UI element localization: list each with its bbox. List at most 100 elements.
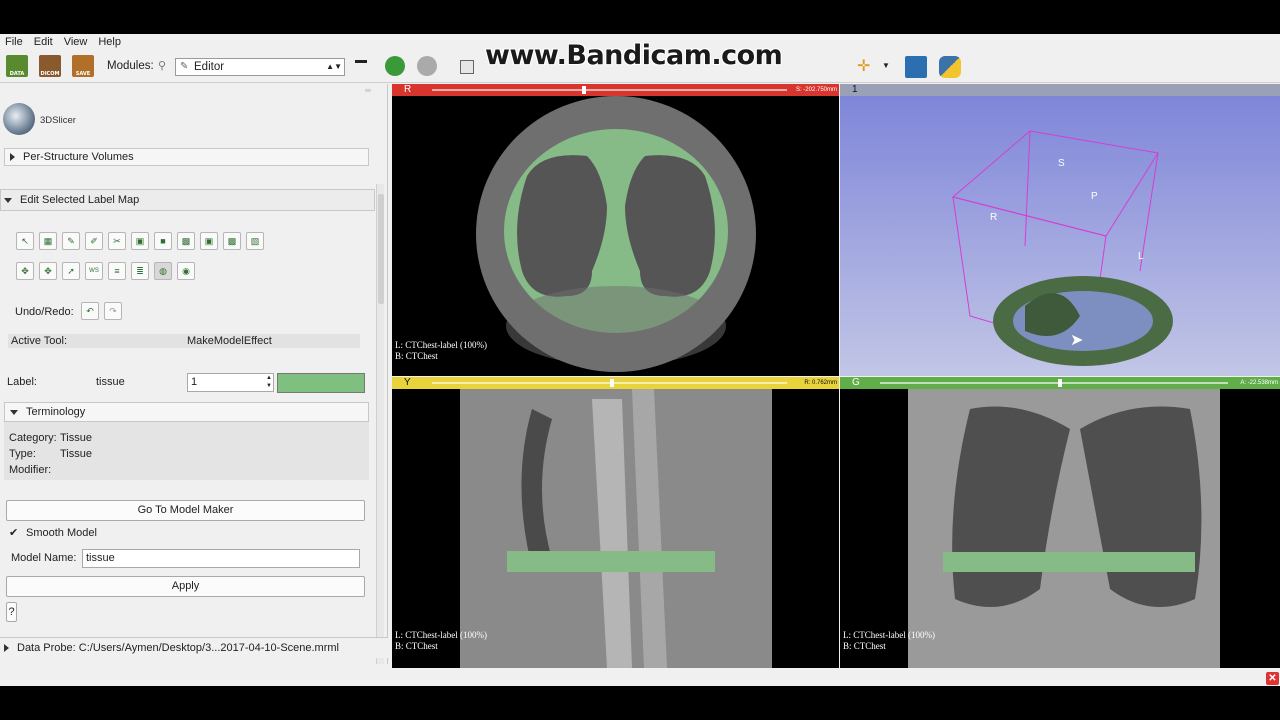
dicom-label: DICOM: [40, 71, 60, 77]
yellow-slider-knob[interactable]: [610, 379, 614, 387]
layout-icon[interactable]: [460, 60, 474, 74]
mouse-cursor-icon: ➤: [1070, 332, 1084, 349]
help-button[interactable]: ?: [6, 602, 17, 622]
save-button[interactable]: SAVE: [72, 55, 94, 77]
redo-icon[interactable]: ↷: [104, 302, 122, 320]
default-tool-icon[interactable]: ↖: [16, 232, 34, 250]
active-tool-value: MakeModelEffect: [187, 335, 272, 347]
red-background-label: B: CTChest: [395, 351, 438, 361]
axial-ct-image: [476, 96, 756, 372]
module-panel: ▫▫ 3DSlicer Per-Structure Volumes Edit S…: [0, 84, 388, 664]
module-selected-value: Editor: [194, 61, 225, 73]
remove-islands-icon[interactable]: ▧: [246, 232, 264, 250]
status-bar: ✕: [0, 670, 1280, 686]
menu-edit[interactable]: Edit: [29, 36, 59, 48]
3d-view[interactable]: 1 S P R L ➤: [840, 84, 1280, 376]
red-slice-view[interactable]: R S: -202.750mm L: CTChest-label (100%) …: [392, 84, 839, 376]
back-arrow-icon[interactable]: [385, 56, 405, 76]
change-label-icon[interactable]: ▦: [39, 232, 57, 250]
extensions-icon[interactable]: [905, 56, 927, 78]
app-name: 3DSlicer: [40, 115, 76, 126]
collapse-icon: [10, 409, 18, 415]
coronal-ct-image: [908, 389, 1220, 668]
green-slider-knob[interactable]: [1058, 379, 1062, 387]
menu-help[interactable]: Help: [93, 36, 127, 48]
label-value-spinbox[interactable]: 1 ▲ ▼: [187, 373, 274, 392]
yellow-slice-controller[interactable]: Y R: 0.762mm: [392, 377, 839, 389]
module-select[interactable]: ✎ Editor ▲▼: [175, 58, 345, 76]
go-to-model-maker-button[interactable]: Go To Model Maker: [6, 500, 365, 521]
crosshair-dropdown-icon[interactable]: ▼: [882, 61, 890, 70]
panel-scrollbar[interactable]: [376, 184, 384, 664]
error-log-icon[interactable]: ✕: [1266, 672, 1279, 685]
smooth-model-checkbox[interactable]: ✔: [9, 526, 18, 539]
yellow-slice-view[interactable]: Y R: 0.762mm L: CTChest-label (100%) B: …: [392, 377, 839, 668]
paint-icon[interactable]: ✎: [62, 232, 80, 250]
modules-label: Modules:: [107, 60, 154, 72]
data-probe-toggle[interactable]: Data Probe: C:/Users/Aymen/Desktop/3...2…: [4, 639, 339, 657]
expand-icon: [10, 153, 15, 161]
undo-icon[interactable]: ↶: [81, 302, 99, 320]
model-name-input[interactable]: tissue: [82, 549, 360, 568]
load-data-button[interactable]: DATA: [6, 55, 28, 77]
panel-float-icon[interactable]: ▫▫: [365, 86, 371, 95]
chevron-down-icon: ▲▼: [326, 62, 342, 71]
label-name: tissue: [96, 376, 125, 388]
crosshair-icon[interactable]: ✛: [857, 56, 870, 76]
watershed-icon[interactable]: WS: [85, 262, 103, 280]
menu-view[interactable]: View: [59, 36, 94, 48]
yellow-view-letter: Y: [404, 377, 411, 388]
save-island-icon[interactable]: ✥: [16, 262, 34, 280]
3d-view-letter: 1: [852, 84, 858, 95]
rectangle-icon[interactable]: ■: [154, 232, 172, 250]
draw-icon[interactable]: ✐: [85, 232, 103, 250]
threshold-icon[interactable]: ▣: [200, 232, 218, 250]
erase-icon[interactable]: ✂: [108, 232, 126, 250]
terminology-toggle[interactable]: Terminology: [10, 403, 85, 421]
make-model-icon[interactable]: ◍: [154, 262, 172, 280]
label-color-swatch[interactable]: [277, 373, 365, 393]
red-slice-slider[interactable]: [432, 89, 787, 91]
modifier-label: Modifier:: [9, 464, 52, 476]
change-island-icon[interactable]: ▩: [223, 232, 241, 250]
model-name-label: Model Name:: [11, 552, 77, 564]
green-slice-controller[interactable]: G A: -22.538mm: [840, 377, 1280, 389]
undo-redo-label: Undo/Redo:: [15, 306, 74, 318]
red-slider-knob[interactable]: [582, 86, 586, 94]
terminology-body: [4, 422, 369, 480]
category-value: Tissue: [60, 432, 92, 444]
python-console-icon[interactable]: [939, 56, 961, 78]
level-tracing-icon[interactable]: ▣: [131, 232, 149, 250]
fast-growcut-icon[interactable]: ≡: [108, 262, 126, 280]
expand-icon: [4, 644, 9, 652]
red-slice-offset: S: -202.750mm: [795, 87, 837, 93]
red-slice-controller[interactable]: R S: -202.750mm: [392, 84, 839, 96]
search-icon[interactable]: ⚲: [158, 59, 166, 72]
edit-label-map-toggle[interactable]: Edit Selected Label Map: [4, 191, 139, 209]
red-view-letter: R: [404, 84, 412, 95]
category-label: Category:: [9, 432, 57, 444]
forward-arrow-icon[interactable]: [417, 56, 437, 76]
identify-islands-icon[interactable]: ▩: [177, 232, 195, 250]
apply-button[interactable]: Apply: [6, 576, 365, 597]
dicom-button[interactable]: DICOM: [39, 55, 61, 77]
erode-icon[interactable]: ✥: [39, 262, 57, 280]
scrollbar-thumb[interactable]: [378, 194, 384, 304]
slicer-logo: [3, 103, 35, 135]
wand-icon[interactable]: ≣: [131, 262, 149, 280]
label-value: 1: [191, 376, 198, 388]
green-slice-view[interactable]: G A: -22.538mm L: CTChest-label (100%) B…: [840, 377, 1280, 668]
green-slice-slider[interactable]: [880, 382, 1228, 384]
grow-from-seeds-icon[interactable]: ◉: [177, 262, 195, 280]
pencil-icon: ✎: [180, 61, 189, 72]
dilate-icon[interactable]: ➚: [62, 262, 80, 280]
type-label: Type:: [9, 448, 36, 460]
history-icon[interactable]: [355, 60, 367, 63]
menu-file[interactable]: File: [0, 36, 29, 48]
3d-view-controller[interactable]: 1: [840, 84, 1280, 96]
type-value: Tissue: [60, 448, 92, 460]
save-label: SAVE: [75, 71, 91, 77]
per-structure-toggle[interactable]: Per-Structure Volumes: [10, 148, 134, 166]
spin-arrows-icon[interactable]: ▲ ▼: [266, 374, 272, 390]
green-layer-label: L: CTChest-label (100%): [843, 630, 935, 640]
